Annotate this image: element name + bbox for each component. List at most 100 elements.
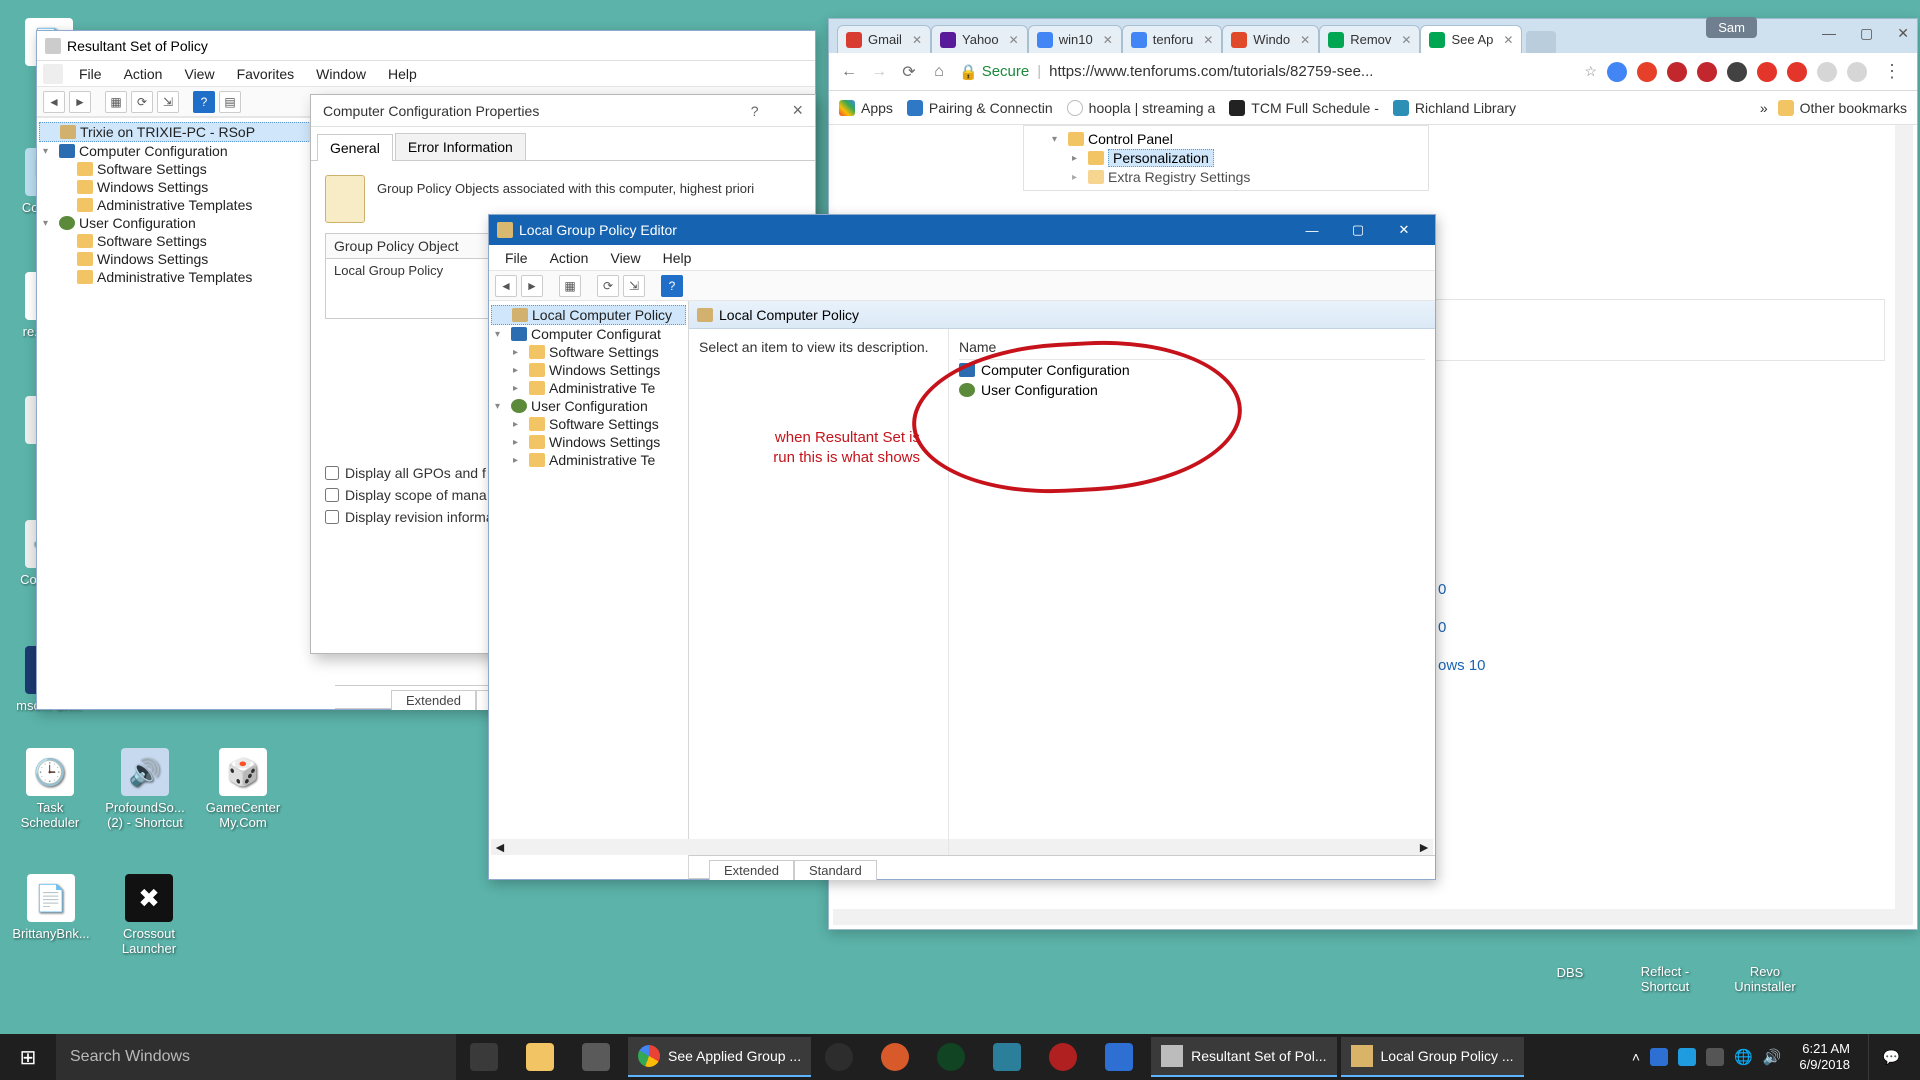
scrollbar-horizontal[interactable] — [833, 909, 1913, 925]
desktop-icon-gamecenter[interactable]: 🎲GameCenter My.Com — [198, 748, 288, 830]
titlebar[interactable]: Local Group Policy Editor — ▢ ✕ — [489, 215, 1435, 245]
browser-tab[interactable]: Gmail✕ — [837, 25, 931, 53]
tab-general[interactable]: General — [317, 134, 393, 161]
tree-node[interactable]: Administrative Templates — [39, 268, 325, 286]
ext-icon[interactable] — [1727, 62, 1747, 82]
desktop-icon-crossout[interactable]: ✖Crossout Launcher — [106, 874, 192, 956]
pinned-app[interactable] — [568, 1034, 624, 1080]
gpedit-tree[interactable]: Local Computer Policy ▾Computer Configur… — [489, 301, 689, 879]
home-icon[interactable]: ⌂ — [929, 62, 949, 82]
menu-action[interactable]: Action — [540, 247, 599, 269]
close-icon[interactable]: ✕ — [1897, 25, 1909, 42]
desktop-icon-dbs[interactable]: DBS — [1530, 965, 1610, 980]
menu-action[interactable]: Action — [114, 63, 173, 85]
rsop-tree[interactable]: Trixie on TRIXIE-PC - RSoP ▾Computer Con… — [37, 117, 327, 677]
tree-node-selected[interactable]: ▸Personalization — [1030, 148, 1422, 168]
ext-apps-icon[interactable] — [1817, 62, 1837, 82]
maximize-icon[interactable]: ▢ — [1860, 25, 1873, 42]
help-icon[interactable]: ? — [751, 103, 759, 119]
tab-extended[interactable]: Extended — [391, 690, 476, 710]
tree-node[interactable]: ▾Control Panel — [1030, 130, 1422, 148]
tree-node[interactable]: ▸Extra Registry Settings — [1030, 168, 1422, 186]
ext-icon[interactable] — [1607, 62, 1627, 82]
pinned-app[interactable] — [923, 1034, 979, 1080]
maximize-icon[interactable]: ▢ — [1335, 215, 1381, 245]
new-tab-button[interactable] — [1526, 31, 1556, 53]
tree-node[interactable]: ▸Administrative Te — [491, 451, 686, 469]
tree-node[interactable]: Software Settings — [39, 160, 325, 178]
desktop-icon-revo[interactable]: Revo Uninstaller — [1720, 964, 1810, 994]
tab-close-icon[interactable]: ✕ — [1503, 33, 1513, 47]
tree-node[interactable]: Administrative Templates — [39, 196, 325, 214]
tree-node[interactable]: Software Settings — [39, 232, 325, 250]
pinned-app[interactable] — [867, 1034, 923, 1080]
tree-node[interactable]: ▾User Configuration — [491, 397, 686, 415]
bookmark-item[interactable]: Pairing & Connectin — [907, 100, 1053, 116]
start-button[interactable]: ⊞ — [0, 1034, 56, 1080]
close-icon[interactable]: ✕ — [1381, 215, 1427, 245]
tree-node[interactable]: ▸Windows Settings — [491, 433, 686, 451]
pinned-app[interactable] — [811, 1034, 867, 1080]
tool-button[interactable]: ⟳ — [597, 275, 619, 297]
browser-tab[interactable]: Remov✕ — [1319, 25, 1420, 53]
system-menu-icon[interactable] — [43, 64, 63, 84]
search-box[interactable]: Search Windows — [56, 1034, 456, 1080]
pinned-explorer[interactable] — [512, 1034, 568, 1080]
other-bookmarks[interactable]: Other bookmarks — [1778, 100, 1907, 116]
scrollbar-vertical[interactable] — [1895, 125, 1913, 909]
tab-error-info[interactable]: Error Information — [395, 133, 526, 160]
help-button[interactable]: ? — [193, 91, 215, 113]
address-bar[interactable]: 🔒 Secure | https://www.tenforums.com/tut… — [959, 63, 1574, 81]
tree-node[interactable]: ▾User Configuration — [39, 214, 325, 232]
desktop-icon-task-scheduler[interactable]: 🕒Task Scheduler — [10, 748, 90, 830]
pinned-app[interactable] — [1035, 1034, 1091, 1080]
forward-icon[interactable]: → — [869, 62, 889, 82]
tray-icon[interactable] — [1678, 1048, 1696, 1066]
tree-node[interactable]: ▸Software Settings — [491, 343, 686, 361]
tool-button[interactable]: ⟳ — [131, 91, 153, 113]
browser-tab[interactable]: win10✕ — [1028, 25, 1122, 53]
browser-tab[interactable]: Windo✕ — [1222, 25, 1319, 53]
back-icon[interactable]: ← — [839, 62, 859, 82]
menu-favorites[interactable]: Favorites — [227, 63, 305, 85]
bookmark-item[interactable]: TCM Full Schedule - — [1229, 100, 1379, 116]
ext-icon[interactable] — [1757, 62, 1777, 82]
tree-node[interactable]: ▾Computer Configuration — [39, 142, 325, 160]
help-button[interactable]: ? — [661, 275, 683, 297]
tab-close-icon[interactable]: ✕ — [1103, 33, 1113, 47]
tree-node[interactable]: Windows Settings — [39, 250, 325, 268]
star-icon[interactable]: ☆ — [1584, 63, 1597, 80]
tool-button[interactable]: ▤ — [219, 91, 241, 113]
menu-help[interactable]: Help — [653, 247, 702, 269]
titlebar[interactable]: Resultant Set of Policy — [37, 31, 815, 61]
tray-network-icon[interactable]: 🌐 — [1734, 1048, 1753, 1066]
reload-icon[interactable]: ⟳ — [899, 62, 919, 82]
bookmark-item[interactable]: Richland Library — [1393, 100, 1516, 116]
scrollbar-horizontal[interactable]: ◄► — [491, 839, 689, 855]
tray-volume-icon[interactable]: 🔊 — [1763, 1048, 1782, 1066]
ext-icon[interactable] — [1637, 62, 1657, 82]
back-button[interactable]: ◄ — [43, 91, 65, 113]
minimize-icon[interactable]: — — [1289, 215, 1335, 245]
clock[interactable]: 6:21 AM 6/9/2018 — [1791, 1041, 1858, 1072]
ext-icon[interactable] — [1667, 62, 1687, 82]
tray-overflow[interactable]: ˄ — [1632, 1049, 1640, 1065]
desktop-icon-profoundsound[interactable]: 🔊ProfoundSo... (2) - Shortcut — [100, 748, 190, 830]
tree-node[interactable]: Windows Settings — [39, 178, 325, 196]
tab-close-icon[interactable]: ✕ — [1203, 33, 1213, 47]
tray-icon[interactable] — [1650, 1048, 1668, 1066]
menu-file[interactable]: File — [69, 63, 112, 85]
tree-node[interactable]: ▸Windows Settings — [491, 361, 686, 379]
tab-extended[interactable]: Extended — [709, 860, 794, 880]
chrome-profile-chip[interactable]: Sam — [1706, 17, 1757, 38]
tree-root[interactable]: Local Computer Policy — [491, 305, 686, 325]
task-rsop[interactable]: Resultant Set of Pol... — [1151, 1037, 1336, 1077]
task-chrome[interactable]: See Applied Group ... — [628, 1037, 811, 1077]
dialog-titlebar[interactable]: Computer Configuration Properties ? × — [311, 95, 815, 127]
bookmark-item[interactable]: hoopla | streaming a — [1067, 100, 1216, 116]
tree-node[interactable]: ▸Administrative Te — [491, 379, 686, 397]
tab-close-icon[interactable]: ✕ — [912, 33, 922, 47]
taskview-icon[interactable] — [456, 1034, 512, 1080]
list-item[interactable]: User Configuration — [959, 380, 1425, 400]
menu-view[interactable]: View — [174, 63, 224, 85]
